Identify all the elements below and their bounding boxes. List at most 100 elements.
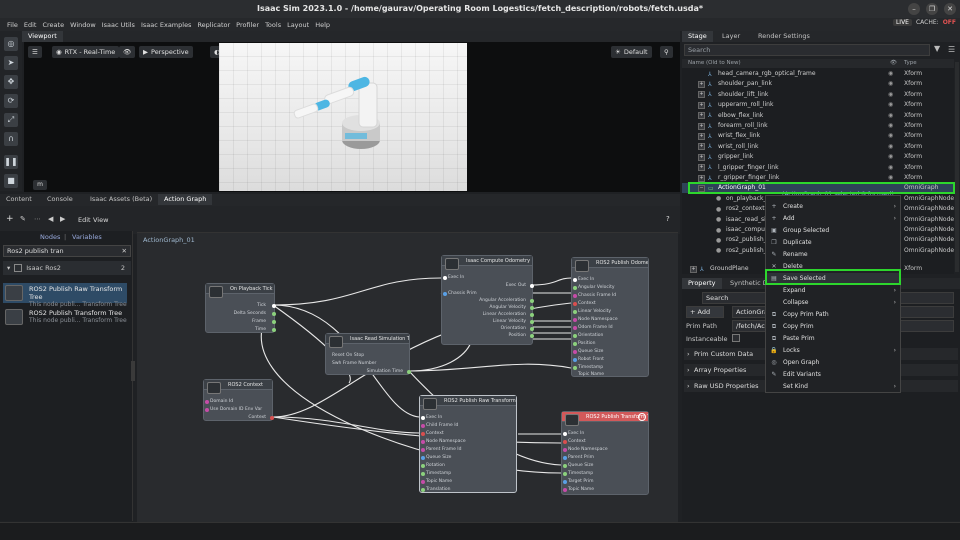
expand-icon[interactable]: + [698, 101, 705, 109]
port-exec-in[interactable] [421, 416, 425, 420]
port-in[interactable] [205, 408, 209, 412]
port-in[interactable] [421, 464, 425, 468]
node-ros2-publish-raw-transform-tree[interactable]: ROS2 Publish Raw Transform Tree Exec In … [419, 395, 517, 493]
select-mode-icon[interactable]: ◎ [4, 37, 18, 51]
menu-edit[interactable]: Edit [21, 21, 40, 29]
tree-row[interactable]: + ⅄ elbow_flex_link ◉ Xform [682, 111, 954, 121]
port-in[interactable] [563, 440, 567, 444]
expand-icon[interactable]: + [698, 174, 705, 182]
port-in[interactable] [573, 286, 577, 290]
port-in[interactable] [421, 456, 425, 460]
expand-icon[interactable]: + [698, 164, 705, 172]
port-in[interactable] [573, 310, 577, 314]
minimize-button[interactable]: – [908, 3, 920, 15]
expand-icon[interactable]: + [690, 265, 697, 273]
visibility-button[interactable]: 👁 [119, 46, 136, 58]
back-icon[interactable]: ◀ [48, 215, 53, 223]
port-in[interactable] [573, 302, 577, 306]
port-out[interactable] [530, 320, 534, 324]
help-button[interactable]: ? [666, 215, 670, 223]
column-name[interactable]: Name (Old to New) [688, 60, 741, 66]
location-button[interactable]: ⚲ [660, 46, 673, 58]
eye-icon[interactable]: ◉ [888, 100, 893, 110]
column-type[interactable]: Type [904, 60, 917, 66]
expand-icon[interactable]: + [698, 112, 705, 120]
move-icon[interactable]: ✥ [4, 75, 18, 89]
port-in[interactable] [573, 318, 577, 322]
eye-icon[interactable]: ◉ [888, 142, 893, 152]
expand-icon[interactable]: + [698, 91, 705, 99]
eye-icon[interactable]: ◉ [888, 152, 893, 162]
node-ros2-context[interactable]: ROS2 Context Domain Id Use Domain ID Env… [203, 379, 274, 421]
menu-isaac-examples[interactable]: Isaac Examples [138, 21, 195, 29]
port-in[interactable] [563, 472, 567, 476]
action-graph-canvas[interactable]: ActionGraph_01 On Playback Tick Tick Del [137, 232, 678, 522]
error-icon[interactable] [638, 413, 646, 421]
menu-item-copy-prim[interactable]: ⧉ Copy Prim [766, 321, 900, 333]
port-time-out[interactable] [407, 370, 411, 374]
eye-icon[interactable]: ◉ [888, 111, 893, 121]
maximize-button[interactable]: ❐ [926, 3, 938, 15]
stage-scrollbar[interactable] [955, 62, 959, 272]
tree-row[interactable]: + ⅄ shoulder_pan_link ◉ Xform [682, 79, 954, 89]
eye-icon[interactable]: ◉ [888, 121, 893, 131]
edit-menu[interactable]: Edit [78, 216, 91, 224]
close-button[interactable]: ✕ [944, 3, 956, 15]
stop-icon[interactable]: ■ [4, 174, 18, 188]
stage-search-input[interactable]: Search [684, 44, 930, 56]
eye-icon[interactable]: ◉ [888, 163, 893, 173]
view-menu[interactable]: View [93, 216, 108, 224]
port-exec-in[interactable] [573, 278, 577, 282]
menu-item-edit-variants[interactable]: ✎ Edit Variants [766, 369, 900, 381]
pause-icon[interactable]: ❚❚ [4, 155, 18, 169]
snap-icon[interactable]: ∩ [4, 132, 18, 146]
tab-layer[interactable]: Layer [716, 31, 746, 42]
port-out[interactable] [272, 312, 276, 316]
menu-file[interactable]: File [4, 21, 21, 29]
port-in[interactable] [421, 440, 425, 444]
3d-scene[interactable] [219, 43, 467, 191]
node-search-input[interactable]: Ros2 publish tran ✕ [3, 245, 131, 257]
port-in[interactable] [205, 400, 209, 404]
tree-row[interactable]: + ⅄ gripper_link ◉ Xform [682, 152, 954, 162]
menu-layout[interactable]: Layout [284, 21, 312, 29]
viewport-m-button[interactable]: m [33, 180, 47, 190]
port-in[interactable] [573, 342, 577, 346]
tree-row[interactable]: + ⅄ shoulder_lift_link ◉ Xform [682, 90, 954, 100]
tab-isaac-assets[interactable]: Isaac Assets (Beta) [84, 194, 158, 205]
node-ros2-publish-transform-tree[interactable]: ROS2 Publish Transform Tree Exec In Cont… [561, 411, 649, 495]
port-in[interactable] [443, 292, 447, 296]
graph-tools-icon[interactable]: ✎ [20, 215, 26, 223]
render-mode-button[interactable]: ◉ RTX - Real-Time [52, 46, 120, 58]
menu-tools[interactable]: Tools [262, 21, 284, 29]
tab-viewport[interactable]: Viewport [22, 31, 63, 42]
menu-help[interactable]: Help [312, 21, 333, 29]
viewport-settings-button[interactable]: ☰ [28, 46, 42, 58]
select-arrow-icon[interactable]: ➤ [4, 56, 18, 70]
tab-stage[interactable]: Stage [682, 31, 713, 42]
clear-search-icon[interactable]: ✕ [122, 246, 127, 256]
port-out[interactable] [530, 334, 534, 338]
menu-item-rename[interactable]: ✎ Rename [766, 249, 900, 261]
instanceable-checkbox[interactable] [732, 334, 740, 342]
port-out[interactable] [272, 320, 276, 324]
port-in[interactable] [421, 480, 425, 484]
node-on-playback-tick[interactable]: On Playback Tick Tick Delta Seconds Fram… [205, 283, 276, 333]
tree-row[interactable]: ⅄ head_camera_rgb_optical_frame ◉ Xform [682, 69, 954, 79]
node-isaac-read-simulation-time[interactable]: Isaac Read Simulation Time Reset On Stop… [325, 333, 411, 375]
tree-row[interactable]: + ⅄ upperarm_roll_link ◉ Xform [682, 100, 954, 110]
menu-item-group-selected[interactable]: ▣ Group Selected [766, 225, 900, 237]
menu-window[interactable]: Window [67, 21, 99, 29]
menu-replicator[interactable]: Replicator [194, 21, 233, 29]
menu-profiler[interactable]: Profiler [233, 21, 262, 29]
port-in[interactable] [563, 456, 567, 460]
port-in[interactable] [421, 472, 425, 476]
port-in[interactable] [563, 480, 567, 484]
tab-action-graph[interactable]: Action Graph [158, 194, 213, 205]
rotate-icon[interactable]: ⟳ [4, 94, 18, 108]
eye-icon[interactable]: ◉ [888, 69, 893, 79]
menu-item-create[interactable]: + Create › [766, 201, 900, 213]
tab-variables[interactable]: Variables [72, 233, 102, 241]
menu-item-paste-prim[interactable]: ⧉ Paste Prim [766, 333, 900, 345]
port-in[interactable] [563, 488, 567, 492]
